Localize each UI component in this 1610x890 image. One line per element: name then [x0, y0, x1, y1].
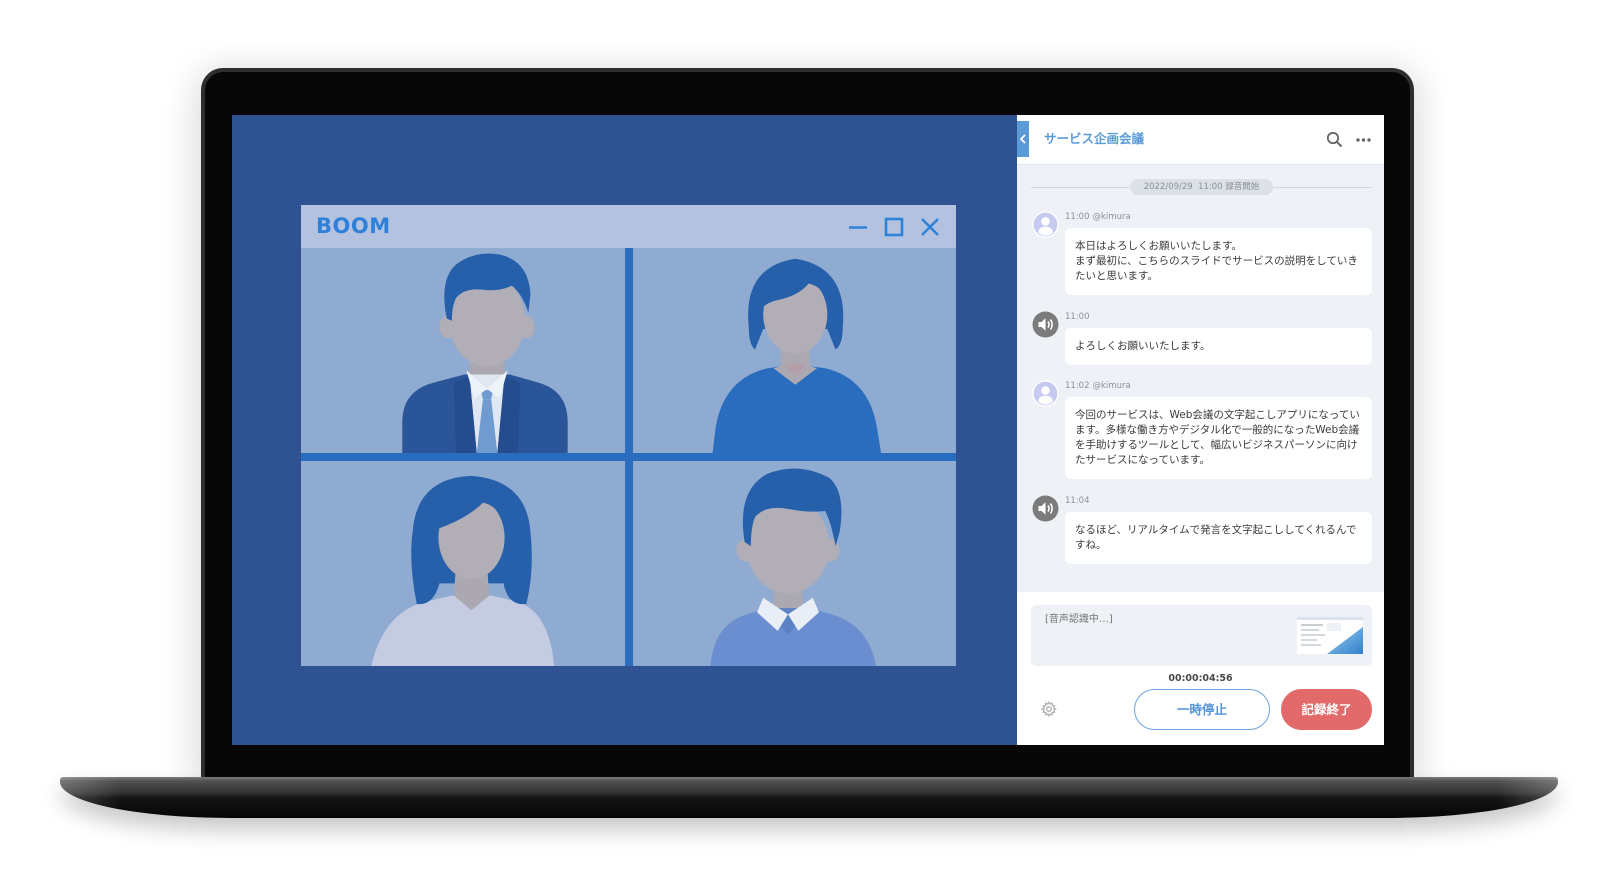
message-time: 11:04 [1065, 495, 1090, 506]
video-grid [301, 248, 956, 666]
thumbnail-image [1297, 617, 1363, 654]
video-tile [301, 248, 625, 453]
laptop-base [60, 777, 1558, 818]
recognition-status-box: [音声認識中…] [1031, 605, 1372, 666]
laptop-screen: BOOM サービス企画会議 2022/09/29 11:00 録音開始 11:0… [232, 115, 1384, 745]
close-icon [921, 217, 939, 236]
minimize-icon [849, 225, 867, 229]
message-meta: 11:00 @kimura [1065, 211, 1372, 223]
user-avatar [1032, 380, 1059, 407]
user-icon [1032, 211, 1059, 238]
screen-share-thumbnail[interactable] [1297, 617, 1363, 654]
meeting-window: BOOM [301, 205, 956, 666]
participant-illustration [371, 475, 555, 666]
recording-controls: [音声認識中…] 00:00:04:56 一時停止 記録終了 [1017, 592, 1384, 745]
gear-icon [1041, 701, 1057, 717]
video-tile [301, 461, 625, 666]
user-icon [1032, 380, 1059, 407]
search-icon [1326, 131, 1343, 148]
transcript-panel: サービス企画会議 2022/09/29 11:00 録音開始 11:00 @kim [1017, 115, 1384, 745]
panel-title: サービス企画会議 [1044, 131, 1145, 146]
recording-start-divider: 2022/09/29 11:00 録音開始 [1031, 179, 1372, 195]
collapse-panel-button[interactable] [1017, 121, 1029, 157]
message-meta: 11:04 [1065, 495, 1372, 507]
message-meta: 11:00 [1065, 311, 1372, 323]
transcript-list[interactable]: 2022/09/29 11:00 録音開始 11:00 @kimura 本日はよろ… [1017, 165, 1384, 592]
video-tile [632, 461, 956, 666]
participant-illustration [402, 253, 568, 453]
recording-timer: 00:00:04:56 [1168, 673, 1233, 684]
transcript-message: 11:00 よろしくお願いいたします。 [1017, 311, 1384, 365]
video-area: BOOM [232, 115, 1017, 745]
message-bubble: よろしくお願いいたします。 [1065, 327, 1372, 365]
transcript-message: 11:00 @kimura 本日はよろしくお願いいたします。 まず最初に、こちらの… [1017, 211, 1384, 295]
video-tile [632, 248, 956, 453]
app-logo: BOOM [316, 214, 391, 238]
user-avatar [1032, 211, 1059, 238]
participant-illustration [710, 468, 876, 666]
meeting-window-titlebar: BOOM [301, 205, 956, 248]
message-bubble: なるほど、リアルタイムで発言を文字起こししてくれるんですね。 [1065, 511, 1372, 564]
transcript-message: 11:04 なるほど、リアルタイムで発言を文字起こししてくれるんですね。 [1017, 495, 1384, 564]
speaker-icon [1032, 311, 1059, 337]
maximize-button[interactable] [884, 217, 904, 237]
more-icon [1356, 138, 1371, 142]
search-button[interactable] [1326, 131, 1343, 148]
close-button[interactable] [920, 217, 940, 237]
chevron-left-icon [1019, 134, 1026, 144]
more-options-button[interactable] [1355, 131, 1372, 148]
message-time: 11:02 [1065, 381, 1090, 391]
pause-button[interactable]: 一時停止 [1134, 689, 1270, 730]
maximize-icon [884, 217, 904, 236]
message-time: 11:00 [1065, 212, 1090, 222]
settings-button[interactable] [1041, 701, 1057, 717]
message-list: 11:00 @kimura 本日はよろしくお願いいたします。 まず最初に、こちらの… [1017, 211, 1384, 564]
transcript-message: 11:02 @kimura 今回のサービスは、Web会議の文字起こしアプリになって… [1017, 380, 1384, 479]
participant-illustration [712, 258, 881, 453]
message-user: @kimura [1092, 381, 1131, 391]
message-bubble: 本日はよろしくお願いいたします。 まず最初に、こちらのスライドでサービスの説明を… [1065, 228, 1372, 295]
message-meta: 11:02 @kimura [1065, 380, 1372, 392]
panel-header: サービス企画会議 [1017, 115, 1384, 165]
message-time: 11:00 [1065, 311, 1090, 322]
minimize-button[interactable] [848, 217, 868, 237]
speaker-icon [1032, 495, 1059, 521]
speaker-avatar [1032, 311, 1059, 338]
stop-recording-button[interactable]: 記録終了 [1281, 689, 1372, 730]
message-user: @kimura [1092, 212, 1131, 222]
window-controls [848, 217, 940, 237]
divider-label: 2022/09/29 11:00 録音開始 [1129, 179, 1274, 195]
speaker-avatar [1032, 495, 1059, 522]
recognition-status: [音声認識中…] [1045, 614, 1113, 625]
message-bubble: 今回のサービスは、Web会議の文字起こしアプリになっています。多様な働き方やデジ… [1065, 397, 1372, 479]
